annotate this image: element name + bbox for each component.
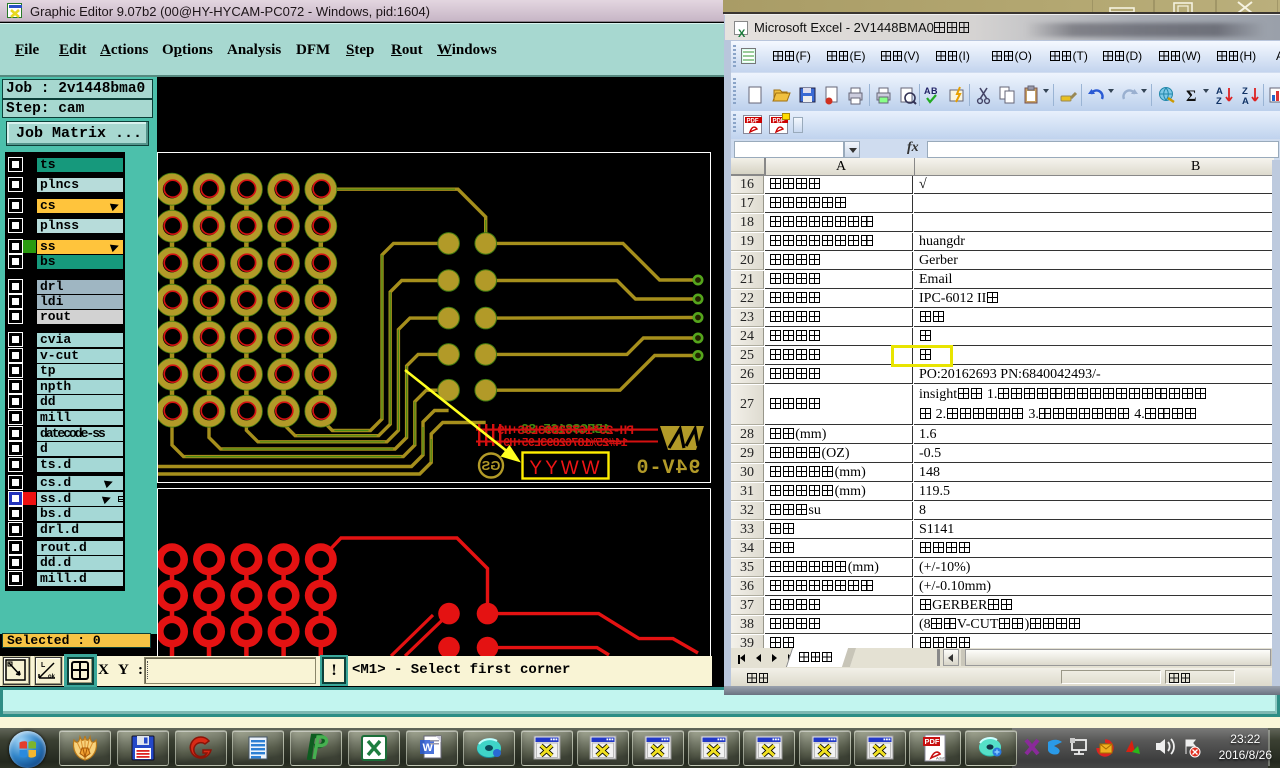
svg-text:94V-0: 94V-0 — [635, 457, 700, 480]
svg-text:14#25%18762893L95+H9: 14#25%18762893L95+H9 — [503, 436, 628, 450]
svg-text:Adobe: Adobe — [936, 756, 948, 761]
svg-text:PDF: PDF — [925, 737, 940, 746]
svg-text:GS: GS — [481, 458, 500, 473]
svg-text:A: A — [924, 86, 931, 96]
svg-text:YYWW: YYWW — [529, 458, 602, 479]
svg-text:A: A — [1242, 96, 1249, 106]
svg-text:PDF: PDF — [747, 119, 759, 125]
svg-text:ok: ok — [48, 674, 56, 680]
svg-text:Z: Z — [1216, 96, 1222, 106]
svg-text:B: B — [931, 86, 938, 96]
svg-text:L: L — [41, 662, 46, 669]
svg-text:Σ: Σ — [1186, 88, 1196, 105]
